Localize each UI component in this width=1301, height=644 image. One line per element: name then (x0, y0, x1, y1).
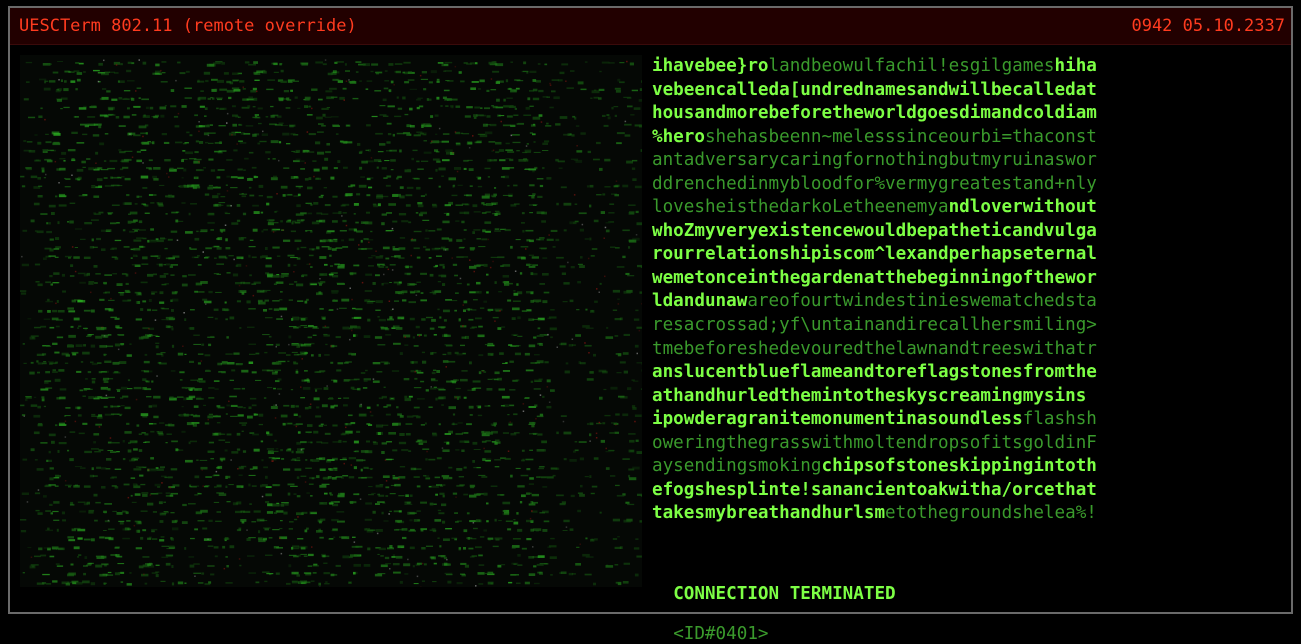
transmission-line: ldandunawareofourtwindestinieswematcheds… (652, 290, 1277, 314)
transmission-line: lovesheisthedarkoLetheenemyandloverwitho… (652, 196, 1277, 220)
transmission-line: takesmybreathandhurlsmetothegroundshelea… (652, 502, 1277, 526)
text-segment-dim: oweringthegrasswithmoltendropsofitsgoldi… (652, 433, 1097, 453)
transmission-line: wemetonceinthegardenatthebeginningofthew… (652, 267, 1277, 291)
transmission-text: ihavebee}rolandbeowulfachil!esgilgameshi… (652, 55, 1277, 526)
transmission-line: housandmorebeforetheworldgoesdimandcoldi… (652, 102, 1277, 126)
transmission-line: antadversarycaringfornothingbutmyruinasw… (652, 149, 1277, 173)
text-segment-bright: whoZmyveryexistencewouldbepatheticandvul… (652, 221, 1097, 241)
transmission-line: athandhurledthemintotheskyscreamingmysin… (652, 385, 1277, 409)
text-segment-dim: tmebeforeshedevouredthelawnandtreeswitha… (652, 339, 1097, 359)
transmission-line: rourrelationshipiscom^lexandperhapsetern… (652, 243, 1277, 267)
text-segment-dim: ddrenchedinmybloodfor%vermygreatestand+n… (652, 174, 1097, 194)
transmission-line: whoZmyveryexistencewouldbepatheticandvul… (652, 220, 1277, 244)
transmission-line: ipowderagranitemonumentinasoundlessflash… (652, 408, 1277, 432)
text-segment-bright: hiha (1055, 56, 1097, 76)
text-segment-bright: takesmybreathandhurlsm (652, 503, 885, 523)
text-segment-bright: rourrelationshipiscom^lexandperhapsetern… (652, 244, 1097, 264)
transmission-line: aysendingsmokingchipsofstoneskippinginto… (652, 455, 1277, 479)
static-noise-display (20, 55, 642, 587)
text-segment-dim: flashsh (1023, 409, 1097, 429)
text-segment-dim: lovesheisthedarkoLetheenemya (652, 197, 949, 217)
text-segment-bright: athandhurledthemintotheskyscreamingmysin… (652, 386, 1086, 406)
text-segment-bright: efogshesplinte!sanancientoakwitha/orceth… (652, 480, 1097, 500)
text-segment-dim: areofourtwindestinieswematchedsta (747, 291, 1097, 311)
text-segment-bright: ihavebee}ro (652, 56, 769, 76)
transmission-line: oweringthegrasswithmoltendropsofitsgoldi… (652, 432, 1277, 456)
text-segment-bright: ipowderagranitemonumentinasoundless (652, 409, 1023, 429)
text-segment-bright: chipsofstoneskippingintoth (821, 456, 1096, 476)
text-segment-bright: housandmorebeforetheworldgoesdimandcoldi… (652, 103, 1097, 123)
transmission-line: efogshesplinte!sanancientoakwitha/orceth… (652, 479, 1277, 503)
transmission-line: %heroshehasbeenn~melesssinceourbi=thacon… (652, 126, 1277, 150)
transmission-line: vebeencalleda[undrednamesandwillbecalled… (652, 79, 1277, 103)
status-message: CONNECTION TERMINATED (673, 584, 895, 604)
text-segment-bright: ldandunaw (652, 291, 747, 311)
title-bar: UESCTerm 802.11 (remote override) 0942 0… (10, 8, 1291, 45)
text-segment-dim: shehasbeenn~melesssinceourbi=thaconst (705, 127, 1097, 147)
text-segment-dim: resacrossad;yf\untainandirecallhersmilin… (652, 315, 1097, 335)
transmission-line: resacrossad;yf\untainandirecallhersmilin… (652, 314, 1277, 338)
datetime-readout: 0942 05.10.2337 (1131, 16, 1285, 36)
text-segment-dim: antadversarycaringfornothingbutmyruinasw… (652, 150, 1097, 170)
text-segment-bright: anslucentblueflameandtoreflagstonesfromt… (652, 362, 1097, 382)
text-segment-bright: wemetonceinthegardenatthebeginningofthew… (652, 268, 1097, 288)
text-segment-dim: etothegroundshelea%! (885, 503, 1097, 523)
transmission-line: tmebeforeshedevouredthelawnandtreeswitha… (652, 338, 1277, 362)
connection-status: CONNECTION TERMINATED <ID#0401> (652, 564, 896, 644)
text-segment-dim: aysendingsmoking (652, 456, 821, 476)
transmission-line: ihavebee}rolandbeowulfachil!esgilgameshi… (652, 55, 1277, 79)
text-segment-dim: landbeowulfachil!esgilgames (769, 56, 1055, 76)
transmission-line: ddrenchedinmybloodfor%vermygreatestand+n… (652, 173, 1277, 197)
window-title: UESCTerm 802.11 (remote override) (19, 16, 357, 36)
noise-canvas (20, 55, 642, 587)
connection-id: <ID#0401> (673, 624, 768, 644)
transmission-line: anslucentblueflameandtoreflagstonesfromt… (652, 361, 1277, 385)
text-segment-bright: ndloverwithout (949, 197, 1097, 217)
text-segment-bright: vebeencalleda[undrednamesandwillbecalled… (652, 80, 1097, 100)
text-segment-bright: %hero (652, 127, 705, 147)
